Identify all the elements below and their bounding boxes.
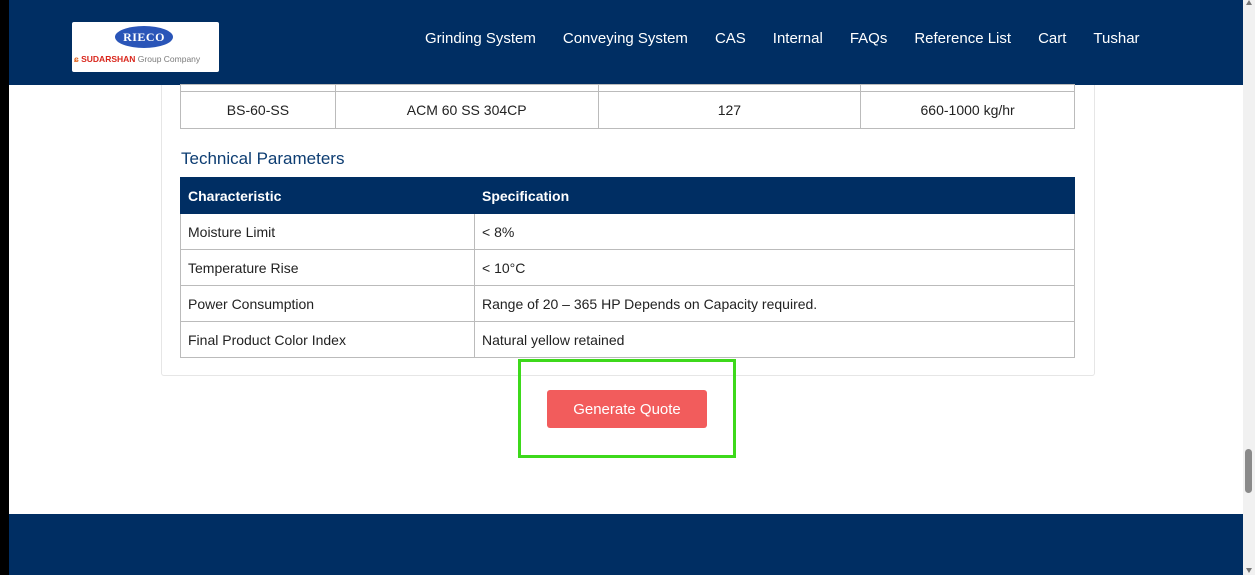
vertical-scrollbar[interactable] [1243, 0, 1255, 575]
table-row-partial [180, 84, 1075, 92]
page-footer [9, 514, 1243, 575]
product-details-card: BS-60-SS ACM 60 SS 304CP 127 660-1000 kg… [161, 84, 1095, 376]
characteristic-cell: Final Product Color Index [180, 321, 475, 358]
characteristic-cell: Power Consumption [180, 285, 475, 322]
main-nav: Grinding System Conveying System CAS Int… [425, 29, 1140, 49]
window-left-edge [0, 0, 9, 575]
characteristic-cell: Temperature Rise [180, 249, 475, 286]
capacity-cell: 660-1000 kg/hr [860, 91, 1075, 129]
rieco-logo-mark: RIECO [115, 26, 173, 48]
table-row: Final Product Color Index Natural yellow… [180, 321, 1075, 358]
table-header-row: Characteristic Specification [180, 177, 1075, 214]
rieco-logo[interactable]: RIECO ɕ SUDARSHAN Group Company [72, 22, 219, 72]
scroll-down-arrow-icon[interactable] [1246, 568, 1252, 573]
value-cell: 127 [597, 91, 862, 129]
nav-reference-list[interactable]: Reference List [914, 29, 1011, 49]
specification-cell: Natural yellow retained [474, 321, 1075, 358]
table-row: BS-60-SS ACM 60 SS 304CP 127 660-1000 kg… [180, 91, 1075, 129]
technical-parameters-table: Characteristic Specification Moisture Li… [180, 177, 1075, 358]
characteristic-cell: Moisture Limit [180, 213, 475, 250]
specification-cell: < 10°C [474, 249, 1075, 286]
table-row: Power Consumption Range of 20 – 365 HP D… [180, 285, 1075, 322]
specification-cell: Range of 20 – 365 HP Depends on Capacity… [474, 285, 1075, 322]
nav-cas[interactable]: CAS [715, 29, 746, 49]
nav-user-account[interactable]: Tushar [1093, 29, 1139, 49]
section-title-technical-parameters: Technical Parameters [181, 149, 345, 168]
sudarshan-swirl-icon: ɕ [74, 54, 79, 64]
specification-cell: < 8% [474, 213, 1075, 250]
nav-grinding-system[interactable]: Grinding System [425, 29, 536, 49]
column-header-characteristic: Characteristic [180, 177, 475, 214]
machine-cell: ACM 60 SS 304CP [334, 91, 599, 129]
top-navbar: RIECO ɕ SUDARSHAN Group Company Grinding… [9, 0, 1243, 85]
models-table: BS-60-SS ACM 60 SS 304CP 127 660-1000 kg… [180, 84, 1075, 129]
column-header-specification: Specification [474, 177, 1075, 214]
model-cell: BS-60-SS [180, 91, 336, 129]
group-company-label: Group Company [137, 54, 201, 64]
table-row: Temperature Rise < 10°C [180, 249, 1075, 286]
scroll-up-arrow-icon[interactable] [1246, 0, 1252, 5]
scrollbar-thumb[interactable] [1245, 449, 1252, 493]
nav-faqs[interactable]: FAQs [850, 29, 888, 49]
nav-internal[interactable]: Internal [773, 29, 823, 49]
group-brand-name: SUDARSHAN [81, 54, 136, 64]
group-company-tagline: ɕ SUDARSHAN Group Company [74, 53, 200, 65]
table-row: Moisture Limit < 8% [180, 213, 1075, 250]
nav-cart[interactable]: Cart [1038, 29, 1066, 49]
nav-conveying-system[interactable]: Conveying System [563, 29, 688, 49]
generate-quote-button[interactable]: Generate Quote [547, 390, 707, 428]
